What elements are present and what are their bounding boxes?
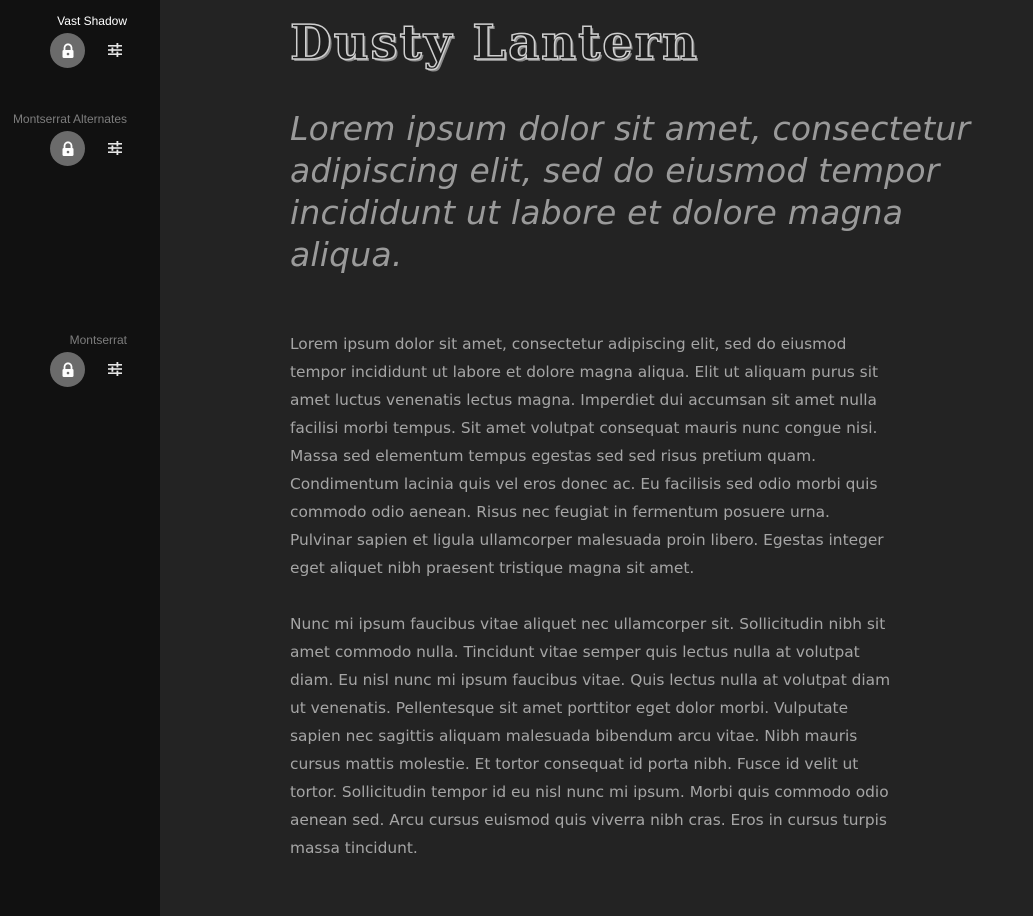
font-group-vast-shadow: Vast Shadow xyxy=(0,13,160,73)
preview-body: Lorem ipsum dolor sit amet, consectetur … xyxy=(290,330,895,890)
font-group-montserrat: Montserrat xyxy=(0,332,160,392)
lock-button[interactable] xyxy=(50,33,85,68)
body-paragraph: Lorem ipsum dolor sit amet, consectetur … xyxy=(290,335,884,577)
font-name-label: Vast Shadow xyxy=(57,14,127,28)
tune-icon xyxy=(108,43,122,57)
font-settings-button[interactable] xyxy=(104,358,126,380)
preview-title: Dusty Lantern xyxy=(289,14,699,72)
lock-button[interactable] xyxy=(50,352,85,387)
font-settings-button[interactable] xyxy=(104,39,126,61)
font-preview-area: Dusty Lantern Lorem ipsum dolor sit amet… xyxy=(160,0,1033,916)
font-sidebar: Vast Shadow Montserrat Alternates Montse… xyxy=(0,0,160,916)
font-group-montserrat-alternates: Montserrat Alternates xyxy=(0,111,160,171)
preview-subtitle: Lorem ipsum dolor sit amet, consectetur … xyxy=(290,109,971,274)
body-paragraph: Nunc mi ipsum faucibus vitae aliquet nec… xyxy=(290,615,891,857)
lock-icon xyxy=(62,42,73,58)
font-settings-button[interactable] xyxy=(104,137,126,159)
lock-icon xyxy=(62,140,73,156)
font-name-label: Montserrat xyxy=(69,333,127,347)
tune-icon xyxy=(108,362,122,376)
font-name-label: Montserrat Alternates xyxy=(12,112,127,126)
lock-button[interactable] xyxy=(50,131,85,166)
lock-icon xyxy=(62,361,73,377)
tune-icon xyxy=(108,141,122,155)
